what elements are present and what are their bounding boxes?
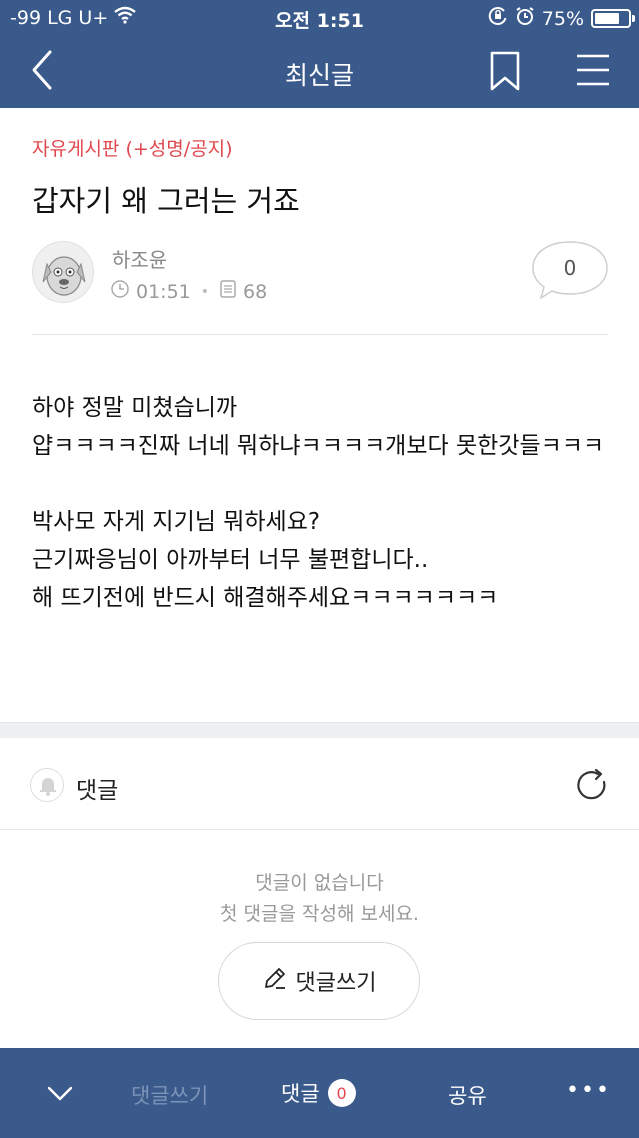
bottom-comments-button[interactable]: 댓글 0 — [281, 1078, 356, 1108]
refresh-icon[interactable] — [574, 768, 610, 804]
board-name[interactable]: 자유게시판 (+성명/공지) — [32, 134, 233, 161]
battery-fill — [595, 13, 619, 24]
post-meta: 01:51 • 68 — [110, 279, 267, 304]
bottom-write-button[interactable]: 댓글쓰기 — [131, 1080, 208, 1110]
battery-icon — [591, 9, 635, 28]
avatar[interactable] — [32, 241, 94, 303]
clock-icon — [110, 279, 130, 304]
comments-label: 댓글 — [76, 778, 119, 804]
more-icon[interactable]: ••• — [566, 1078, 611, 1103]
author-name[interactable]: 하조윤 — [112, 244, 167, 273]
status-bar: -99 LG U+ 오전 1:51 75% — [0, 0, 639, 36]
bookmark-icon[interactable] — [488, 50, 522, 92]
status-right: 75% — [488, 6, 635, 31]
body-line: 하야 정말 미쳤습니까 — [32, 395, 238, 421]
page-title: 최신글 — [284, 61, 354, 90]
bell-icon[interactable] — [30, 768, 64, 802]
post-body: 하야 정말 미쳤습니까 얍ㅋㅋㅋㅋ진짜 너네 뭐하냐ㅋㅋㅋㅋ개보다 못한갓들ㅋㅋ… — [32, 389, 622, 617]
top-bar: -99 LG U+ 오전 1:51 75% 최신글 — [0, 0, 639, 108]
body-line — [32, 465, 622, 503]
meta-separator: • — [200, 283, 210, 300]
bottom-bar: 댓글쓰기 댓글 0 공유 ••• — [0, 1048, 639, 1138]
comments-header: 댓글 — [0, 738, 639, 830]
pencil-icon — [262, 965, 288, 997]
nav-bar: 최신글 — [0, 36, 639, 108]
write-comment-label: 댓글쓰기 — [295, 971, 377, 996]
empty-title: 댓글이 없습니다 — [255, 872, 384, 894]
bottom-comments-label: 댓글 — [281, 1082, 320, 1106]
comment-count: 0 — [563, 256, 577, 280]
divider — [32, 334, 608, 335]
write-comment-button[interactable]: 댓글쓰기 — [218, 942, 420, 1020]
orientation-lock-icon — [488, 6, 508, 31]
body-line: 얍ㅋㅋㅋㅋ진짜 너네 뭐하냐ㅋㅋㅋㅋ개보다 못한갓들ㅋㅋㅋ — [32, 433, 605, 459]
battery-percent: 75% — [541, 7, 584, 30]
post-time: 01:51 — [136, 280, 191, 303]
views-icon — [219, 279, 237, 304]
share-button[interactable]: 공유 — [448, 1080, 487, 1110]
body-line: 박사모 자게 지기님 뭐하세요? — [32, 509, 321, 535]
post-title: 갑자기 왜 그러는 거죠 — [32, 184, 300, 218]
alarm-icon — [515, 6, 535, 31]
empty-subtitle: 첫 댓글을 작성해 보세요. — [220, 903, 419, 925]
body-line: 근기짜응님이 아까부터 너무 불편합니다.. — [32, 547, 429, 573]
body-line: 해 뜨기전에 반드시 해결해주세요ㅋㅋㅋㅋㅋㅋㅋ — [32, 585, 499, 611]
section-gap — [0, 722, 639, 738]
chevron-down-icon[interactable] — [46, 1080, 74, 1106]
view-count: 68 — [243, 280, 268, 303]
menu-icon[interactable] — [573, 52, 613, 88]
comment-count-bubble[interactable]: 0 — [531, 240, 609, 300]
comment-badge: 0 — [327, 1079, 356, 1107]
